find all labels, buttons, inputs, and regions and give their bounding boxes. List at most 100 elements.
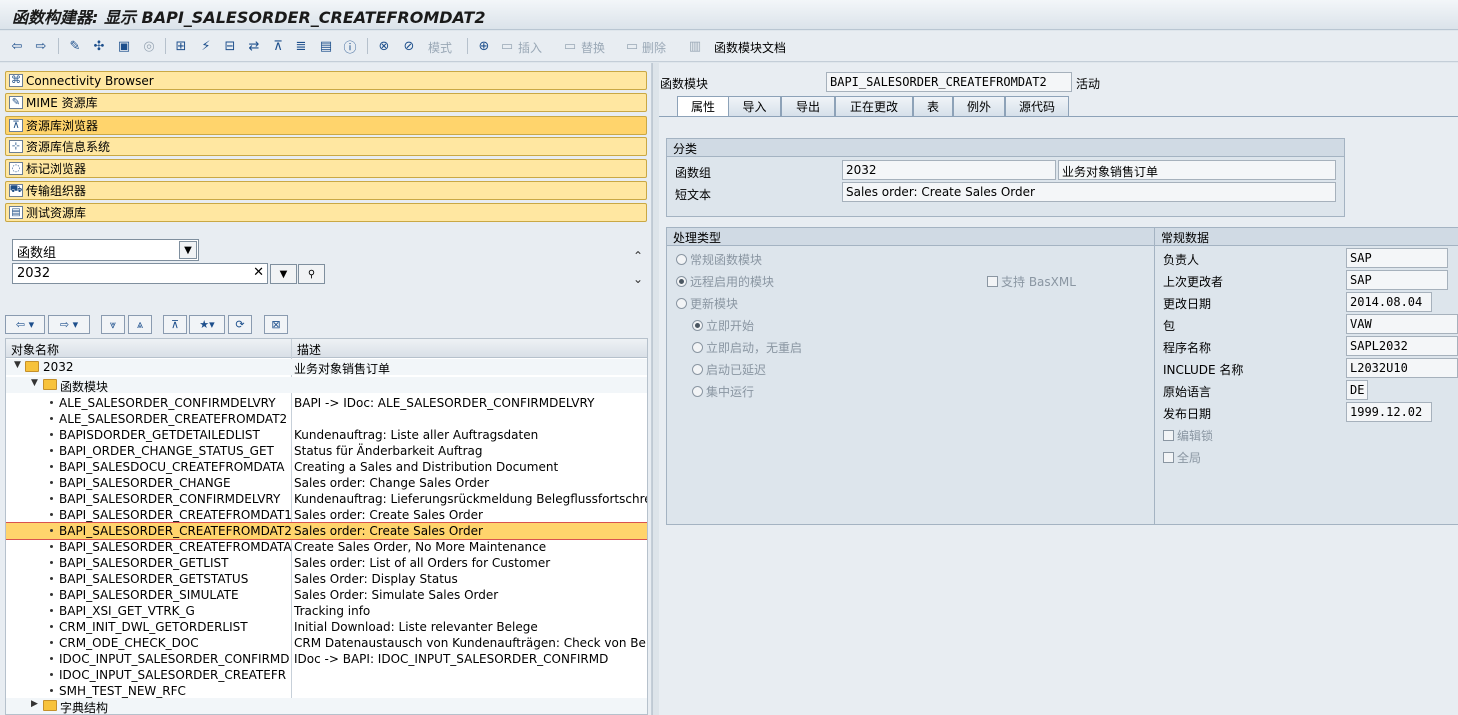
radio-normal-fm[interactable]: 常规函数模块 <box>676 251 762 268</box>
stack-icon[interactable]: ≣ <box>292 37 310 55</box>
tab-import[interactable]: 导入 <box>728 96 781 116</box>
tab-source-code[interactable]: 源代码 <box>1005 96 1069 116</box>
hierarchy-icon[interactable]: ⊼ <box>269 37 287 55</box>
tree-row-function-module[interactable]: BAPI_SALESORDER_CREATEFROMDATA Create Sal… <box>6 539 647 555</box>
where-used-icon[interactable]: ⊞ <box>172 37 190 55</box>
pretty-printer-icon[interactable]: ⊕ <box>475 37 493 55</box>
favorites-icon[interactable]: ★▾ <box>189 315 225 334</box>
tree-node-function-modules[interactable]: ▼ 函数模块 <box>6 377 647 394</box>
delete-button[interactable]: 删除 <box>642 39 666 56</box>
tab-tables[interactable]: 表 <box>913 96 953 116</box>
tree-row-function-module[interactable]: BAPI_SALESORDER_CHANGE Sales order: Chang… <box>6 475 647 491</box>
pattern-button[interactable]: 模式 <box>428 39 452 56</box>
tree-row-function-module[interactable]: ALE_SALESORDER_CREATEFROMDAT2 <box>6 411 647 427</box>
tab-changing[interactable]: 正在更改 <box>835 96 913 116</box>
original-language-field[interactable]: DE <box>1346 380 1368 400</box>
external-breakpoint-icon[interactable]: ⊘ <box>400 37 418 55</box>
object-list-icon[interactable]: ⇄ <box>245 37 263 55</box>
tree-row-function-module[interactable]: SMH_TEST_NEW_RFC <box>6 683 647 699</box>
checkbox-edit-lock[interactable]: 编辑锁 <box>1163 427 1213 444</box>
tab-export[interactable]: 导出 <box>781 96 835 116</box>
nav-repository-browser[interactable]: ⊼ 资源库浏览器 <box>5 116 647 135</box>
tree-node-root[interactable]: ▼ 2032 业务对象销售订单 <box>6 359 647 376</box>
tree-row-function-module[interactable]: BAPI_SALESORDER_SIMULATE Sales Order: Sim… <box>6 587 647 603</box>
delete-icon[interactable]: ▭ <box>624 37 640 55</box>
test-icon[interactable]: ⊟ <box>221 37 239 55</box>
expand-icon[interactable]: ⩔ <box>101 315 125 334</box>
object-name-input[interactable]: 2032 ✕ <box>12 263 268 284</box>
nav-test-repository[interactable]: ▤ 测试资源库 <box>5 203 647 222</box>
tree-row-function-module[interactable]: CRM_INIT_DWL_GETORDERLIST Initial Downloa… <box>6 619 647 635</box>
close-tree-icon[interactable]: ⊠ <box>264 315 288 334</box>
nav-tag-browser[interactable]: ◌ 标记浏览器 <box>5 159 647 178</box>
package-field[interactable]: VAW <box>1346 314 1458 334</box>
dropdown-button[interactable]: ▼ <box>270 264 297 284</box>
radio-remote-enabled[interactable]: 远程启用的模块 <box>676 273 774 290</box>
tree-row-function-module[interactable]: ALE_SALESORDER_CONFIRMDELVRY BAPI -> IDoc… <box>6 395 647 411</box>
fm-name-field[interactable]: BAPI_SALESORDER_CREATEFROMDAT2 <box>826 72 1072 92</box>
forward-icon[interactable]: ⇨ <box>33 37 49 55</box>
info-icon[interactable]: ⓘ <box>341 37 359 56</box>
replace-button[interactable]: 替换 <box>581 39 605 56</box>
chevron-down-icon[interactable]: ⌄ <box>633 272 643 286</box>
back-icon[interactable]: ⇦ <box>9 37 25 55</box>
include-name-field[interactable]: L2032U10 <box>1346 358 1458 378</box>
tree-row-function-module[interactable]: BAPI_SALESORDER_CONFIRMDELVRY Kundenauftr… <box>6 491 647 507</box>
tree-node-dictionary-structures[interactable]: ▶ 字典结构 <box>6 698 647 714</box>
tree-row-function-module[interactable]: BAPISDORDER_GETDETAILEDLIST Kundenauftrag… <box>6 427 647 443</box>
tree-row-function-module[interactable]: BAPI_SALESORDER_GETLIST Sales order: List… <box>6 555 647 571</box>
tree-row-function-module[interactable]: IDOC_INPUT_SALESORDER_CREATEFR <box>6 667 647 683</box>
clear-icon[interactable]: ✕ <box>253 265 264 280</box>
object-type-select[interactable]: 函数组 ▼ <box>12 239 199 261</box>
program-name-field[interactable]: SAPL2032 <box>1346 336 1458 356</box>
other-object-icon[interactable]: ▣ <box>115 37 133 55</box>
check-icon[interactable]: ◎ <box>140 37 158 55</box>
insert-button[interactable]: 插入 <box>518 39 542 56</box>
function-group-field[interactable]: 2032 <box>842 160 1056 180</box>
changed-on-field[interactable]: 2014.08.04 <box>1346 292 1432 312</box>
nav-mime-repository[interactable]: ✎ MIME 资源库 <box>5 93 647 112</box>
radio-start-immediately[interactable]: 立即开始 <box>692 317 754 334</box>
breakpoint-icon[interactable]: ⊗ <box>375 37 393 55</box>
display-button[interactable]: ⚲ <box>298 264 325 284</box>
collapse-icon[interactable]: ⩓ <box>128 315 152 334</box>
release-date-field[interactable]: 1999.12.02 <box>1346 402 1432 422</box>
refresh-icon[interactable]: ⟳ <box>228 315 252 334</box>
replace-icon[interactable]: ▭ <box>562 37 578 55</box>
radio-immediate-no-restart[interactable]: 立即启动，无重启 <box>692 339 802 356</box>
tree-row-function-module[interactable]: BAPI_XSI_GET_VTRK_G Tracking info <box>6 603 647 619</box>
insert-icon[interactable]: ▭ <box>499 37 515 55</box>
column-header-name[interactable]: 对象名称 <box>11 341 59 358</box>
tree-row-function-module[interactable]: BAPI_SALESORDER_CREATEFROMDAT2 Sales orde… <box>6 522 647 540</box>
radio-start-delayed[interactable]: 启动已延迟 <box>692 361 766 378</box>
tree-row-function-module[interactable]: CRM_ODE_CHECK_DOC CRM Datenaustausch von … <box>6 635 647 651</box>
tree-row-function-module[interactable]: BAPI_ORDER_CHANGE_STATUS_GET Status für Ä… <box>6 443 647 459</box>
tree-row-function-module[interactable]: BAPI_SALESDOCU_CREATEFROMDATA Creating a … <box>6 459 647 475</box>
chevron-down-icon[interactable]: ▼ <box>179 241 197 259</box>
tab-attributes[interactable]: 属性 <box>677 96 729 116</box>
checkbox-basxml[interactable]: 支持 BasXML <box>987 273 1076 290</box>
activate-icon[interactable]: ⚡ <box>197 37 215 55</box>
owner-field[interactable]: SAP <box>1346 248 1448 268</box>
checkbox-global[interactable]: 全局 <box>1163 449 1201 466</box>
previous-object-button[interactable]: ⇦ ▾ <box>5 315 45 334</box>
caret-right-icon[interactable]: ▶ <box>31 699 38 709</box>
fm-docs-button[interactable]: 函数模块文档 <box>714 39 786 56</box>
tree-row-function-module[interactable]: BAPI_SALESORDER_GETSTATUS Sales Order: Di… <box>6 571 647 587</box>
tab-exceptions[interactable]: 例外 <box>953 96 1005 116</box>
tree-row-function-module[interactable]: IDOC_INPUT_SALESORDER_CONFIRMD IDoc -> BA… <box>6 651 647 667</box>
short-text-field[interactable]: Sales order: Create Sales Order <box>842 182 1336 202</box>
changed-by-field[interactable]: SAP <box>1346 270 1448 290</box>
display-object-list-icon[interactable]: ▤ <box>317 37 335 55</box>
nav-connectivity-browser[interactable]: ⌘ Connectivity Browser <box>5 71 647 90</box>
chevron-up-icon[interactable]: ⌃ <box>633 249 643 263</box>
active-inactive-icon[interactable]: ✣ <box>90 37 108 55</box>
caret-down-icon[interactable]: ▼ <box>14 360 21 370</box>
display-change-icon[interactable]: ✎ <box>66 37 84 55</box>
radio-update-module[interactable]: 更新模块 <box>676 295 738 312</box>
tree-row-function-module[interactable]: BAPI_SALESORDER_CREATEFROMDAT1 Sales orde… <box>6 507 647 523</box>
hierarchy-icon[interactable]: ⊼ <box>163 315 187 334</box>
nav-transport-organizer[interactable]: ⛟ 传输组织器 <box>5 181 647 200</box>
panel-splitter[interactable] <box>652 63 659 715</box>
column-header-description[interactable]: 描述 <box>297 341 321 358</box>
